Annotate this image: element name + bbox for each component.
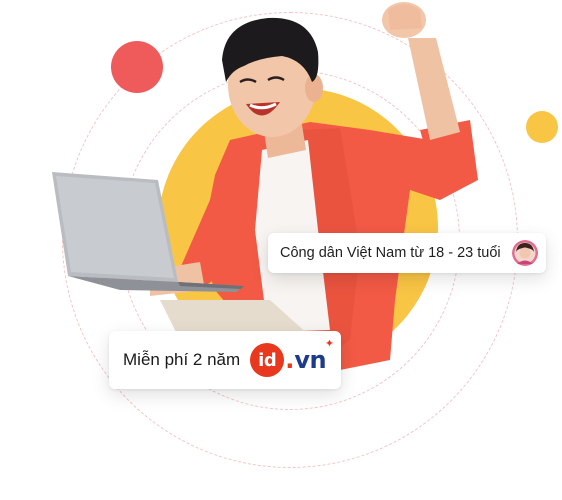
sparkle-icon: ✦ (324, 338, 335, 350)
id-vn-logo: id . vn ✦ (250, 338, 334, 377)
id-vn-logo-dot: . (285, 346, 295, 374)
id-vn-logo-mark: id (250, 343, 285, 377)
citizen-age-text: Công dân Việt Nam từ 18 - 23 tuổi (280, 245, 501, 261)
free-2-years-text: Miễn phí 2 năm (123, 350, 241, 369)
free-2-years-badge: Miễn phí 2 năm id . vn ✦ (109, 331, 341, 389)
citizen-age-badge: Công dân Việt Nam từ 18 - 23 tuổi (268, 233, 546, 273)
id-vn-logo-tld: vn (294, 346, 327, 374)
hero-illustration: Công dân Việt Nam từ 18 - 23 tuổi Miễn p… (0, 0, 562, 500)
avatar-icon (512, 240, 538, 266)
